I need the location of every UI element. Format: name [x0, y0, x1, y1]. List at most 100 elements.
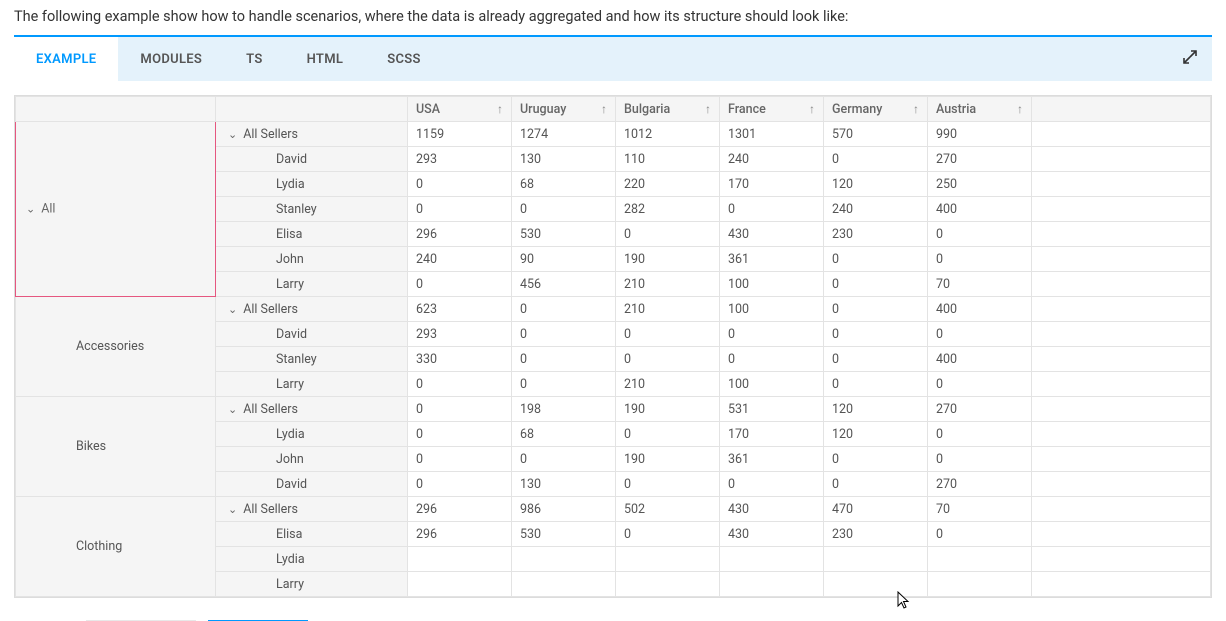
col-header-usa[interactable]: USA↑ [408, 97, 512, 122]
data-cell[interactable]: 361 [720, 247, 824, 272]
data-cell[interactable]: 130 [512, 472, 616, 497]
data-cell[interactable]: 120 [824, 172, 928, 197]
data-cell[interactable]: 1274 [512, 122, 616, 147]
data-cell[interactable] [824, 572, 928, 597]
data-cell[interactable]: 0 [824, 347, 928, 372]
data-cell[interactable]: 220 [616, 172, 720, 197]
data-cell[interactable]: 0 [824, 272, 928, 297]
data-cell[interactable]: 0 [928, 247, 1032, 272]
row-all-sellers[interactable]: ⌄All Sellers [216, 497, 408, 522]
data-cell[interactable]: 0 [512, 372, 616, 397]
data-cell[interactable]: 0 [512, 297, 616, 322]
row-category[interactable]: ⌄All [16, 122, 216, 297]
row-category[interactable]: Accessories [16, 297, 216, 397]
sort-asc-icon[interactable]: ↑ [1017, 102, 1023, 116]
data-cell[interactable]: 400 [928, 297, 1032, 322]
data-cell[interactable]: 0 [824, 472, 928, 497]
tab-example[interactable]: EXAMPLE [14, 37, 118, 81]
data-cell[interactable]: 240 [408, 247, 512, 272]
data-cell[interactable]: 230 [824, 522, 928, 547]
data-cell[interactable]: 130 [512, 147, 616, 172]
data-cell[interactable]: 110 [616, 147, 720, 172]
row-category[interactable]: Bikes [16, 397, 216, 497]
data-cell[interactable]: 170 [720, 172, 824, 197]
data-cell[interactable]: 296 [408, 522, 512, 547]
data-cell[interactable]: 430 [720, 222, 824, 247]
data-cell[interactable]: 68 [512, 422, 616, 447]
data-cell[interactable]: 361 [720, 447, 824, 472]
data-cell[interactable]: 0 [616, 472, 720, 497]
sort-asc-icon[interactable]: ↑ [497, 102, 503, 116]
data-cell[interactable] [824, 547, 928, 572]
data-cell[interactable]: 0 [824, 322, 928, 347]
data-cell[interactable]: 240 [824, 197, 928, 222]
col-header-austria[interactable]: Austria↑ [928, 97, 1032, 122]
data-cell[interactable]: 230 [824, 222, 928, 247]
sort-asc-icon[interactable]: ↑ [809, 102, 815, 116]
data-cell[interactable]: 0 [928, 222, 1032, 247]
row-all-sellers[interactable]: ⌄All Sellers [216, 297, 408, 322]
data-cell[interactable]: 0 [408, 397, 512, 422]
data-cell[interactable]: 270 [928, 397, 1032, 422]
data-cell[interactable] [408, 572, 512, 597]
data-cell[interactable]: 0 [408, 172, 512, 197]
data-cell[interactable]: 0 [512, 447, 616, 472]
data-cell[interactable] [720, 572, 824, 597]
data-cell[interactable]: 190 [616, 397, 720, 422]
data-cell[interactable]: 293 [408, 147, 512, 172]
data-cell[interactable]: 0 [512, 197, 616, 222]
sort-asc-icon[interactable]: ↑ [913, 102, 919, 116]
data-cell[interactable]: 986 [512, 497, 616, 522]
data-cell[interactable]: 400 [928, 197, 1032, 222]
data-cell[interactable]: 198 [512, 397, 616, 422]
data-cell[interactable]: 0 [928, 522, 1032, 547]
data-cell[interactable]: 0 [824, 372, 928, 397]
data-cell[interactable]: 531 [720, 397, 824, 422]
data-cell[interactable]: 170 [720, 422, 824, 447]
data-cell[interactable]: 90 [512, 247, 616, 272]
sort-asc-icon[interactable]: ↑ [705, 102, 711, 116]
data-cell[interactable]: 190 [616, 447, 720, 472]
data-cell[interactable]: 210 [616, 272, 720, 297]
expand-icon[interactable] [1182, 49, 1198, 69]
data-cell[interactable]: 282 [616, 197, 720, 222]
data-cell[interactable]: 456 [512, 272, 616, 297]
data-cell[interactable]: 0 [616, 347, 720, 372]
data-cell[interactable]: 100 [720, 297, 824, 322]
data-cell[interactable] [512, 572, 616, 597]
row-all-sellers[interactable]: ⌄All Sellers [216, 397, 408, 422]
row-category[interactable]: Clothing [16, 497, 216, 597]
tab-scss[interactable]: SCSS [365, 37, 443, 81]
data-cell[interactable]: 210 [616, 297, 720, 322]
data-cell[interactable]: 70 [928, 497, 1032, 522]
data-cell[interactable]: 0 [408, 447, 512, 472]
data-cell[interactable]: 0 [512, 347, 616, 372]
data-cell[interactable]: 530 [512, 222, 616, 247]
data-cell[interactable]: 470 [824, 497, 928, 522]
data-cell[interactable] [616, 572, 720, 597]
data-cell[interactable]: 0 [720, 347, 824, 372]
data-cell[interactable]: 68 [512, 172, 616, 197]
data-cell[interactable]: 0 [616, 422, 720, 447]
data-cell[interactable]: 120 [824, 422, 928, 447]
data-cell[interactable]: 190 [616, 247, 720, 272]
data-cell[interactable]: 400 [928, 347, 1032, 372]
data-cell[interactable] [408, 547, 512, 572]
col-header-bulgaria[interactable]: Bulgaria↑ [616, 97, 720, 122]
data-cell[interactable]: 1012 [616, 122, 720, 147]
data-cell[interactable]: 623 [408, 297, 512, 322]
data-cell[interactable] [928, 547, 1032, 572]
data-cell[interactable]: 0 [720, 472, 824, 497]
data-cell[interactable]: 330 [408, 347, 512, 372]
data-cell[interactable]: 430 [720, 497, 824, 522]
tab-html[interactable]: HTML [285, 37, 366, 81]
data-cell[interactable]: 0 [928, 372, 1032, 397]
data-cell[interactable]: 240 [720, 147, 824, 172]
data-cell[interactable]: 0 [824, 147, 928, 172]
data-cell[interactable]: 0 [824, 247, 928, 272]
data-cell[interactable]: 0 [616, 322, 720, 347]
data-cell[interactable]: 0 [408, 272, 512, 297]
data-cell[interactable]: 270 [928, 472, 1032, 497]
data-cell[interactable] [720, 547, 824, 572]
data-cell[interactable]: 430 [720, 522, 824, 547]
